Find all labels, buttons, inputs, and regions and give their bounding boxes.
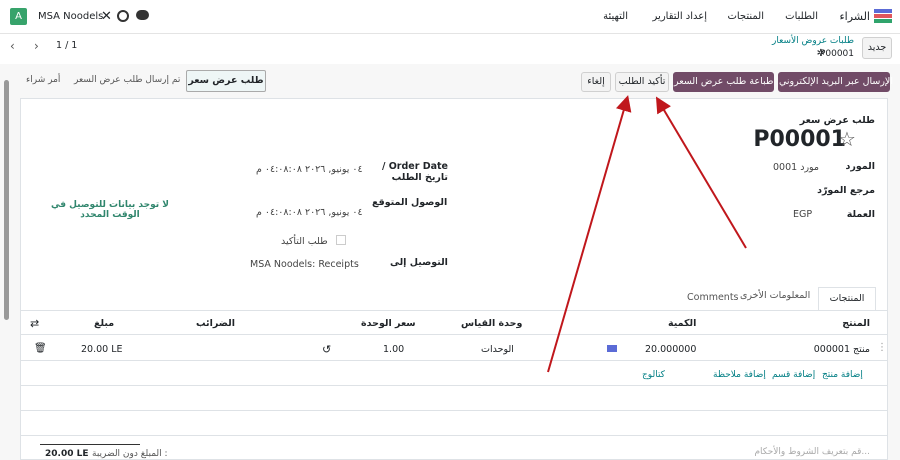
annotation-arrow-2 — [655, 96, 747, 249]
annotation-arrow-1 — [547, 95, 632, 373]
annotation-arrows — [547, 95, 747, 373]
